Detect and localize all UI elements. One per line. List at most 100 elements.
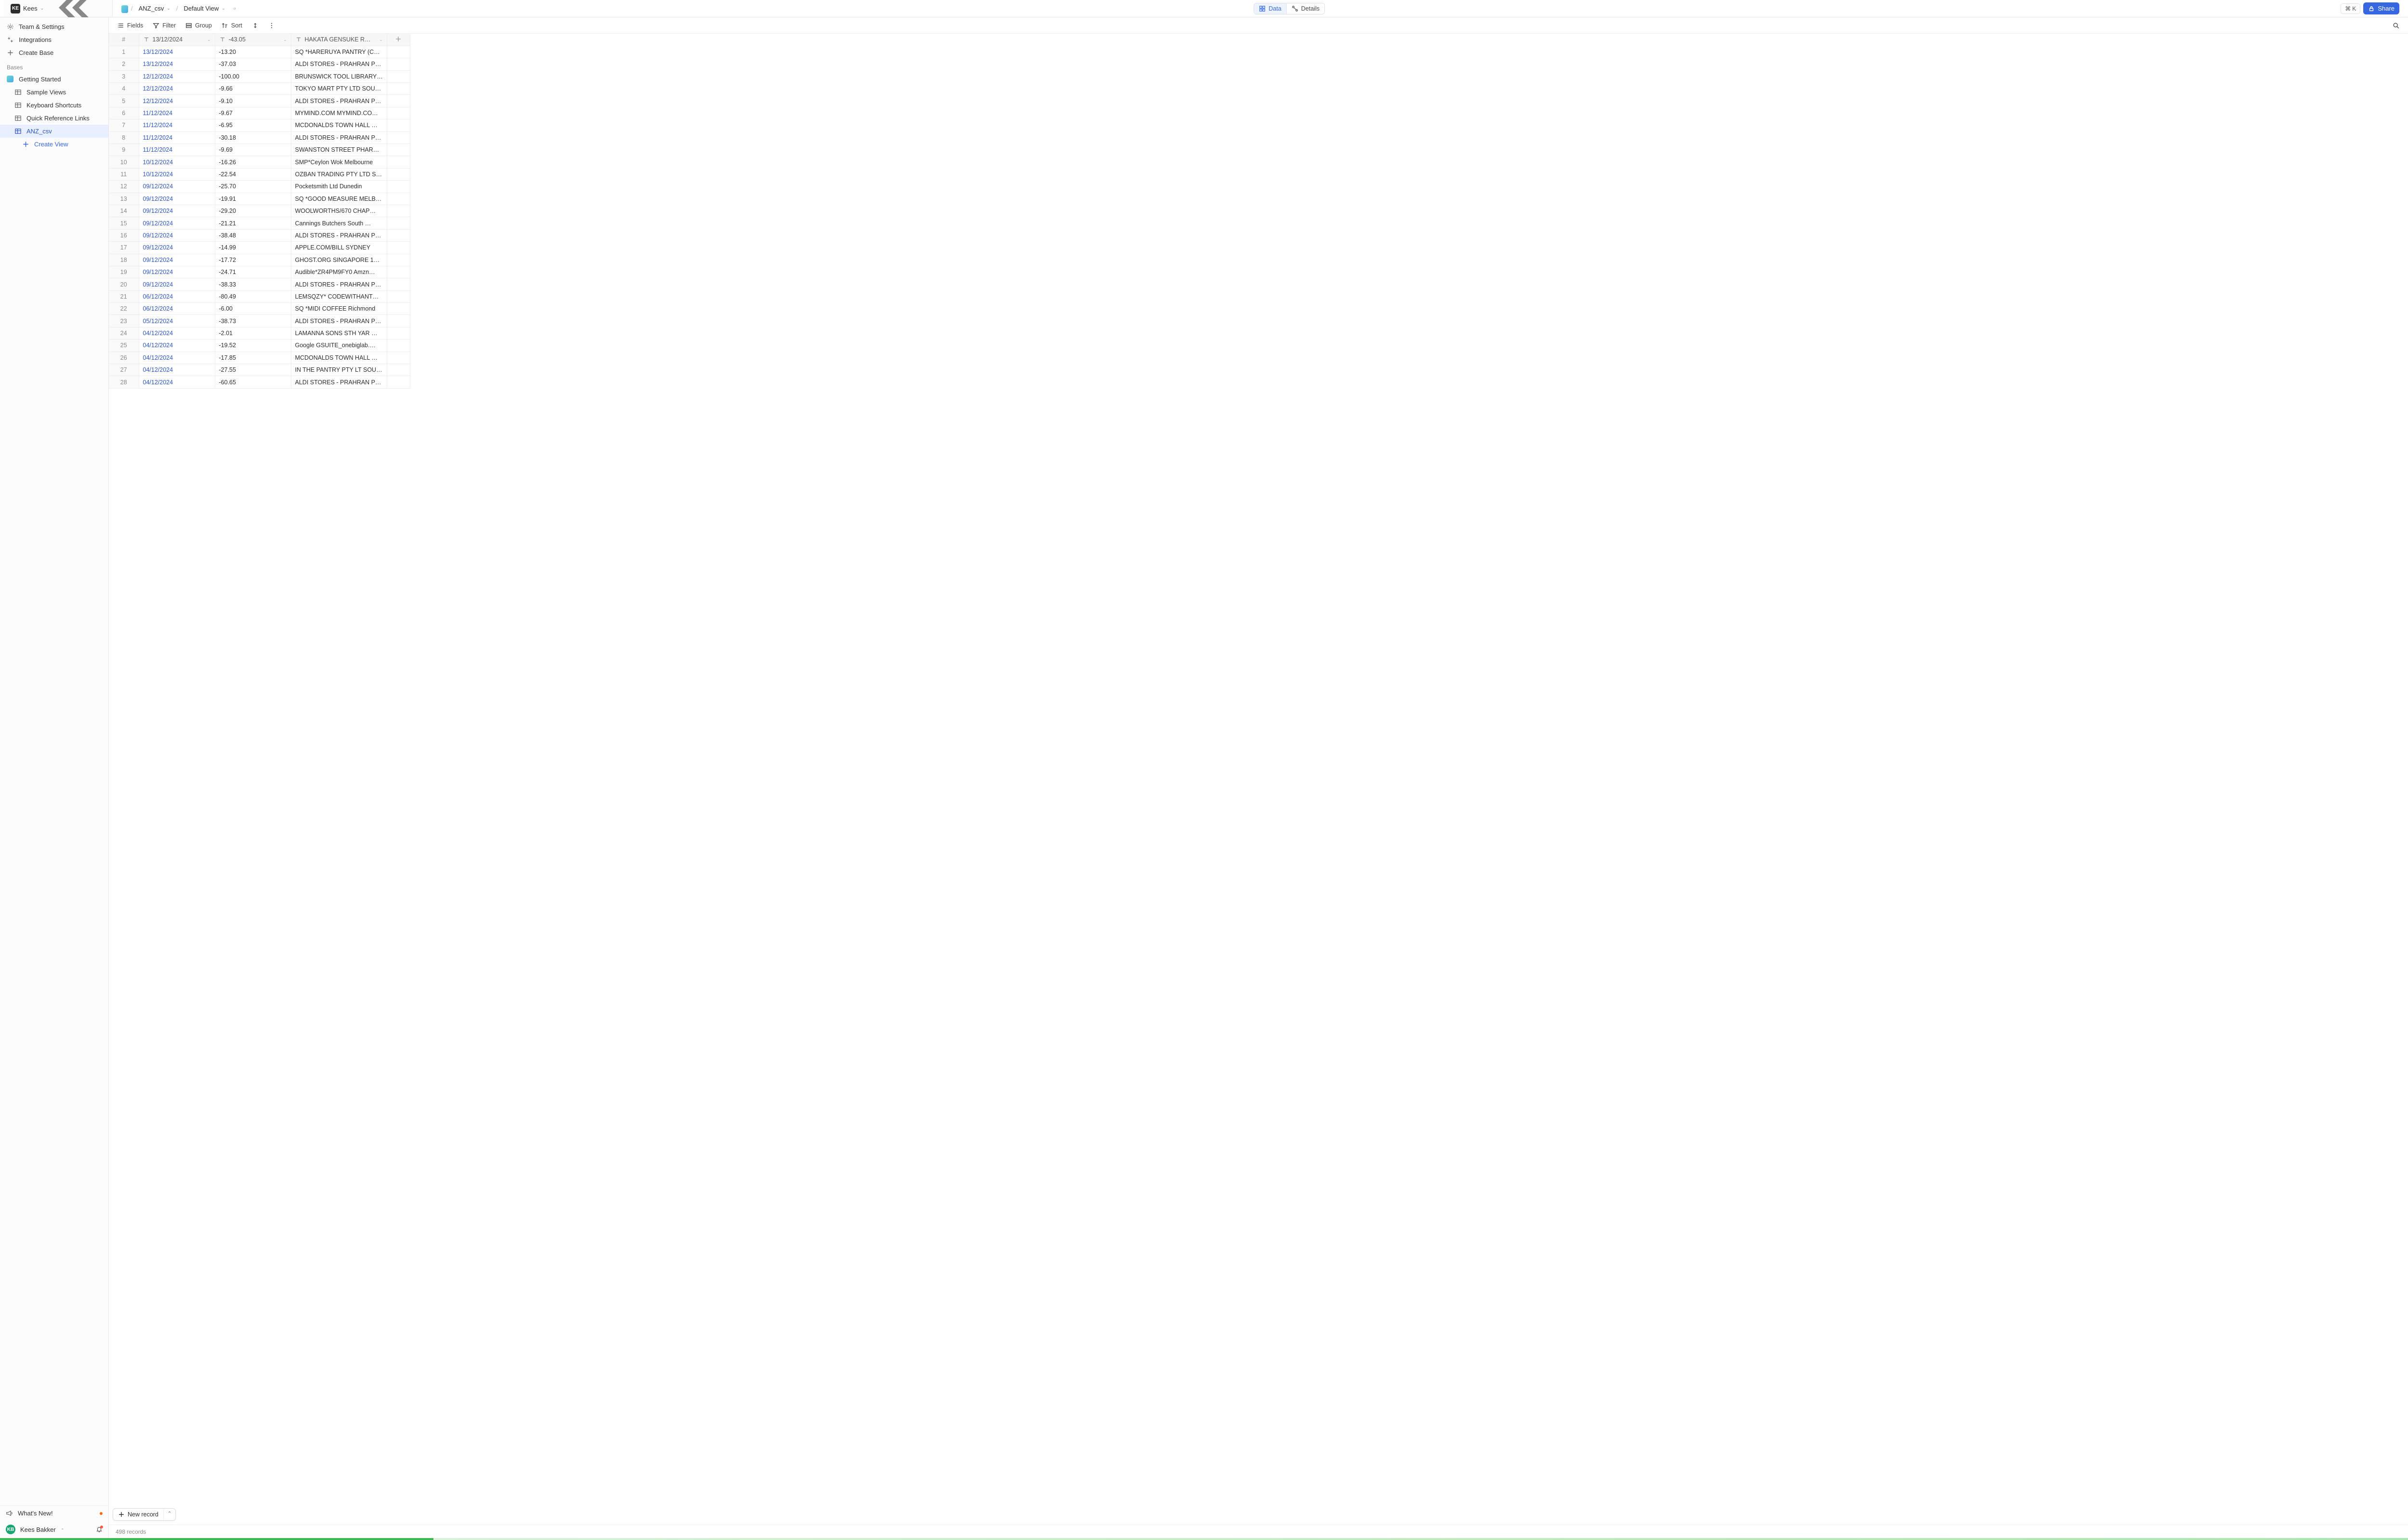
- table-row[interactable]: 2404/12/2024-2.01LAMANNA SONS STH YAR …: [109, 327, 410, 339]
- cell-description[interactable]: SMP*Ceylon Wok Melbourne: [291, 156, 387, 168]
- cell-date[interactable]: 04/12/2024: [139, 327, 215, 339]
- table-row[interactable]: 412/12/2024-9.66TOKYO MART PTY LTD SOU…: [109, 83, 410, 95]
- cell-date[interactable]: 09/12/2024: [139, 229, 215, 241]
- base-item[interactable]: Getting Started: [0, 73, 108, 86]
- fields-button[interactable]: Fields: [114, 20, 147, 31]
- cell-amount[interactable]: -22.54: [215, 168, 291, 180]
- cell-amount[interactable]: -9.10: [215, 95, 291, 107]
- cell-amount[interactable]: -80.49: [215, 290, 291, 302]
- cell-amount[interactable]: -17.72: [215, 254, 291, 266]
- cell-description[interactable]: LEMSQZY* CODEWITHANT…: [291, 290, 387, 302]
- cell-amount[interactable]: -6.00: [215, 303, 291, 315]
- cell-amount[interactable]: -60.65: [215, 376, 291, 388]
- cell-description[interactable]: MYMIND.COM MYMIND.CO…: [291, 107, 387, 119]
- cell-date[interactable]: 09/12/2024: [139, 217, 215, 229]
- more-menu-button[interactable]: [264, 20, 279, 31]
- cell-date[interactable]: 05/12/2024: [139, 315, 215, 327]
- workspace-switcher[interactable]: KE Kees ⌄: [8, 2, 47, 15]
- cell-date[interactable]: 09/12/2024: [139, 181, 215, 193]
- table-row[interactable]: 2804/12/2024-60.65ALDI STORES - PRAHRAN …: [109, 376, 410, 388]
- cell-amount[interactable]: -38.33: [215, 278, 291, 290]
- table-row[interactable]: 2009/12/2024-38.33ALDI STORES - PRAHRAN …: [109, 278, 410, 290]
- row-height-button[interactable]: [248, 20, 262, 31]
- cell-amount[interactable]: -19.52: [215, 339, 291, 352]
- cell-description[interactable]: ALDI STORES - PRAHRAN P…: [291, 278, 387, 290]
- data-tab[interactable]: Data: [1254, 3, 1286, 14]
- cell-description[interactable]: ALDI STORES - PRAHRAN P…: [291, 376, 387, 388]
- table-row[interactable]: 1309/12/2024-19.91SQ *GOOD MEASURE MELB…: [109, 193, 410, 205]
- cell-description[interactable]: SQ *GOOD MEASURE MELB…: [291, 193, 387, 205]
- cell-amount[interactable]: -30.18: [215, 131, 291, 144]
- table-row[interactable]: 611/12/2024-9.67MYMIND.COM MYMIND.CO…: [109, 107, 410, 119]
- table-row[interactable]: 2206/12/2024-6.00SQ *MIDI COFFEE Richmon…: [109, 303, 410, 315]
- cell-description[interactable]: MCDONALDS TOWN HALL …: [291, 352, 387, 364]
- filter-button[interactable]: Filter: [149, 20, 180, 31]
- table-row[interactable]: 1409/12/2024-29.20WOOLWORTHS/670 CHAP…: [109, 205, 410, 217]
- cell-description[interactable]: Pocketsmith Ltd Dunedin: [291, 181, 387, 193]
- cell-date[interactable]: 12/12/2024: [139, 70, 215, 82]
- table-row[interactable]: 1110/12/2024-22.54OZBAN TRADING PTY LTD …: [109, 168, 410, 180]
- breadcrumb-table[interactable]: ANZ_csv ⌄: [136, 3, 173, 14]
- table-item[interactable]: Keyboard Shortcuts: [0, 99, 108, 112]
- group-button[interactable]: Group: [182, 20, 216, 31]
- table-row[interactable]: 2704/12/2024-27.55IN THE PANTRY PTY LT S…: [109, 364, 410, 376]
- user-menu[interactable]: KB Kees Bakker ⌄: [0, 1521, 108, 1538]
- cell-description[interactable]: GHOST.ORG SINGAPORE 1…: [291, 254, 387, 266]
- cell-description[interactable]: OZBAN TRADING PTY LTD S…: [291, 168, 387, 180]
- cell-date[interactable]: 09/12/2024: [139, 242, 215, 254]
- cell-description[interactable]: TOKYO MART PTY LTD SOU…: [291, 83, 387, 95]
- cell-amount[interactable]: -19.91: [215, 193, 291, 205]
- cell-description[interactable]: ALDI STORES - PRAHRAN P…: [291, 58, 387, 70]
- cell-date[interactable]: 10/12/2024: [139, 168, 215, 180]
- chevron-down-icon[interactable]: ⌄: [283, 37, 287, 42]
- cell-description[interactable]: Cannings Butchers South …: [291, 217, 387, 229]
- cell-description[interactable]: APPLE.COM/BILL SYDNEY: [291, 242, 387, 254]
- table-item[interactable]: Quick Reference Links: [0, 112, 108, 125]
- cell-date[interactable]: 11/12/2024: [139, 119, 215, 131]
- cell-date[interactable]: 13/12/2024: [139, 58, 215, 70]
- cell-date[interactable]: 12/12/2024: [139, 83, 215, 95]
- column-header-date[interactable]: 13/12/2024 ⌄: [139, 34, 215, 46]
- cell-amount[interactable]: -24.71: [215, 266, 291, 278]
- details-tab[interactable]: Details: [1287, 3, 1324, 14]
- data-grid[interactable]: # 13/12/2024 ⌄ -43.05: [109, 34, 2408, 1525]
- command-palette-button[interactable]: ⌘ K: [2341, 3, 2360, 14]
- table-row[interactable]: 512/12/2024-9.10ALDI STORES - PRAHRAN P…: [109, 95, 410, 107]
- table-row[interactable]: 1809/12/2024-17.72GHOST.ORG SINGAPORE 1…: [109, 254, 410, 266]
- cell-date[interactable]: 04/12/2024: [139, 339, 215, 352]
- table-row[interactable]: 2106/12/2024-80.49LEMSQZY* CODEWITHANT…: [109, 290, 410, 302]
- table-item[interactable]: Sample Views: [0, 86, 108, 99]
- table-row[interactable]: 2604/12/2024-17.85MCDONALDS TOWN HALL …: [109, 352, 410, 364]
- column-header-description[interactable]: HAKATA GENSUKE R… ⌄: [291, 34, 387, 46]
- cell-amount[interactable]: -2.01: [215, 327, 291, 339]
- cell-amount[interactable]: -25.70: [215, 181, 291, 193]
- new-record-button[interactable]: New record ⌃: [113, 1508, 176, 1521]
- cell-description[interactable]: MCDONALDS TOWN HALL …: [291, 119, 387, 131]
- cell-description[interactable]: Audible*ZR4PM9FY0 Amzn…: [291, 266, 387, 278]
- cell-date[interactable]: 06/12/2024: [139, 290, 215, 302]
- nav-integrations[interactable]: Integrations: [0, 33, 108, 46]
- cell-date[interactable]: 11/12/2024: [139, 144, 215, 156]
- cell-date[interactable]: 04/12/2024: [139, 352, 215, 364]
- cell-description[interactable]: SWANSTON STREET PHAR…: [291, 144, 387, 156]
- add-column-button[interactable]: [387, 34, 410, 46]
- table-row[interactable]: 1509/12/2024-21.21Cannings Butchers Sout…: [109, 217, 410, 229]
- search-button[interactable]: [2389, 20, 2403, 31]
- chevron-down-icon[interactable]: ⌄: [379, 37, 383, 42]
- refresh-button[interactable]: [231, 5, 238, 12]
- table-row[interactable]: 213/12/2024-37.03ALDI STORES - PRAHRAN P…: [109, 58, 410, 70]
- cell-amount[interactable]: -27.55: [215, 364, 291, 376]
- whats-new-button[interactable]: What's New!: [0, 1506, 108, 1521]
- cell-amount[interactable]: -37.03: [215, 58, 291, 70]
- table-row[interactable]: 911/12/2024-9.69SWANSTON STREET PHAR…: [109, 144, 410, 156]
- table-row[interactable]: 1209/12/2024-25.70Pocketsmith Ltd Dunedi…: [109, 181, 410, 193]
- new-record-dropdown[interactable]: ⌃: [163, 1509, 175, 1520]
- cell-amount[interactable]: -13.20: [215, 46, 291, 58]
- cell-description[interactable]: ALDI STORES - PRAHRAN P…: [291, 229, 387, 241]
- table-row[interactable]: 1909/12/2024-24.71Audible*ZR4PM9FY0 Amzn…: [109, 266, 410, 278]
- cell-amount[interactable]: -9.67: [215, 107, 291, 119]
- nav-create-base[interactable]: Create Base: [0, 46, 108, 59]
- cell-amount[interactable]: -9.69: [215, 144, 291, 156]
- cell-date[interactable]: 11/12/2024: [139, 131, 215, 144]
- cell-description[interactable]: ALDI STORES - PRAHRAN P…: [291, 315, 387, 327]
